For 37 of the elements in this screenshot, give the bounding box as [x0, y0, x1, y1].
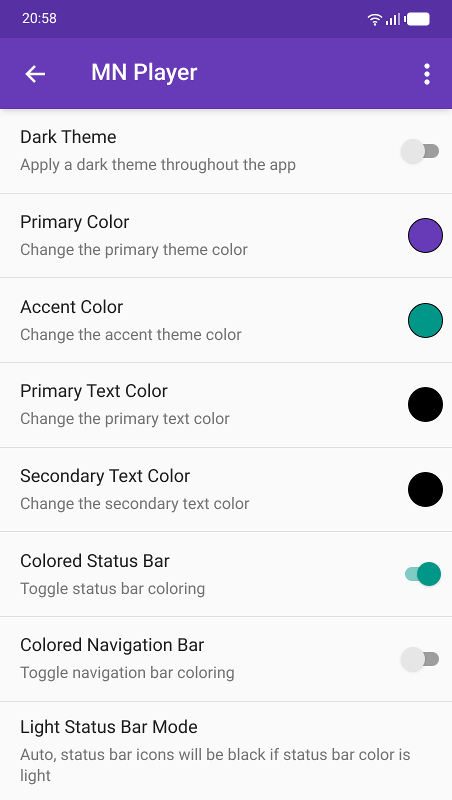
settings-row[interactable]: Colored Navigation Bar Toggle navigation bar coloring [0, 617, 452, 702]
setting-title: Secondary Text Color [20, 465, 192, 490]
settings-row[interactable]: Primary Color Change the primary theme color [0, 194, 452, 278]
settings-row[interactable]: Secondary Text Color Change the secondary text color [0, 448, 452, 532]
color-swatch[interactable] [408, 472, 443, 508]
color-swatch[interactable] [408, 218, 443, 254]
settings-row[interactable]: Colored Status Bar Toggle status bar coloring [0, 532, 452, 618]
setting-summary: Auto, status bar icons will be black if status bar color is light [20, 744, 412, 786]
setting-summary: Apply a dark theme throughout the app [20, 154, 298, 176]
settings-row[interactable]: Accent Color Change the accent theme color [0, 278, 452, 364]
app-title: MN Player [91, 58, 198, 88]
setting-summary: Change the primary theme color [20, 239, 249, 260]
setting-summary: Change the secondary text color [20, 493, 250, 514]
back-arrow-icon [24, 64, 46, 84]
clock: 20:58 [22, 10, 57, 28]
wifi-icon [367, 12, 383, 26]
setting-title: Accent Color [20, 296, 124, 320]
setting-title: Light Status Bar Mode [20, 716, 199, 740]
toggle-switch[interactable] [401, 138, 441, 163]
color-swatch[interactable] [408, 302, 443, 338]
settings-row[interactable]: Primary Text Color Change the primary text color [0, 363, 452, 448]
setting-title: Colored Status Bar [20, 550, 171, 574]
settings-row[interactable]: Dark Theme Apply a dark theme throughout the app [0, 109, 452, 194]
setting-summary: Toggle status bar coloring [20, 578, 206, 599]
settings-row[interactable]: Light Status Bar Mode Auto, status bar icons will be black if status bar color is light [0, 702, 452, 800]
setting-summary: Toggle navigation bar coloring [20, 662, 236, 684]
setting-title: Dark Theme [20, 126, 118, 150]
battery-icon [404, 12, 430, 26]
setting-summary: Change the accent theme color [20, 324, 243, 345]
setting-summary: Change the primary text color [20, 408, 231, 430]
toggle-switch[interactable] [401, 646, 441, 671]
color-swatch[interactable] [408, 387, 443, 422]
setting-title: Colored Navigation Bar [20, 634, 206, 658]
more-options-icon [424, 62, 430, 84]
setting-title: Primary Color [20, 211, 130, 236]
setting-title: Primary Text Color [20, 380, 169, 404]
signal-icon [386, 13, 400, 25]
